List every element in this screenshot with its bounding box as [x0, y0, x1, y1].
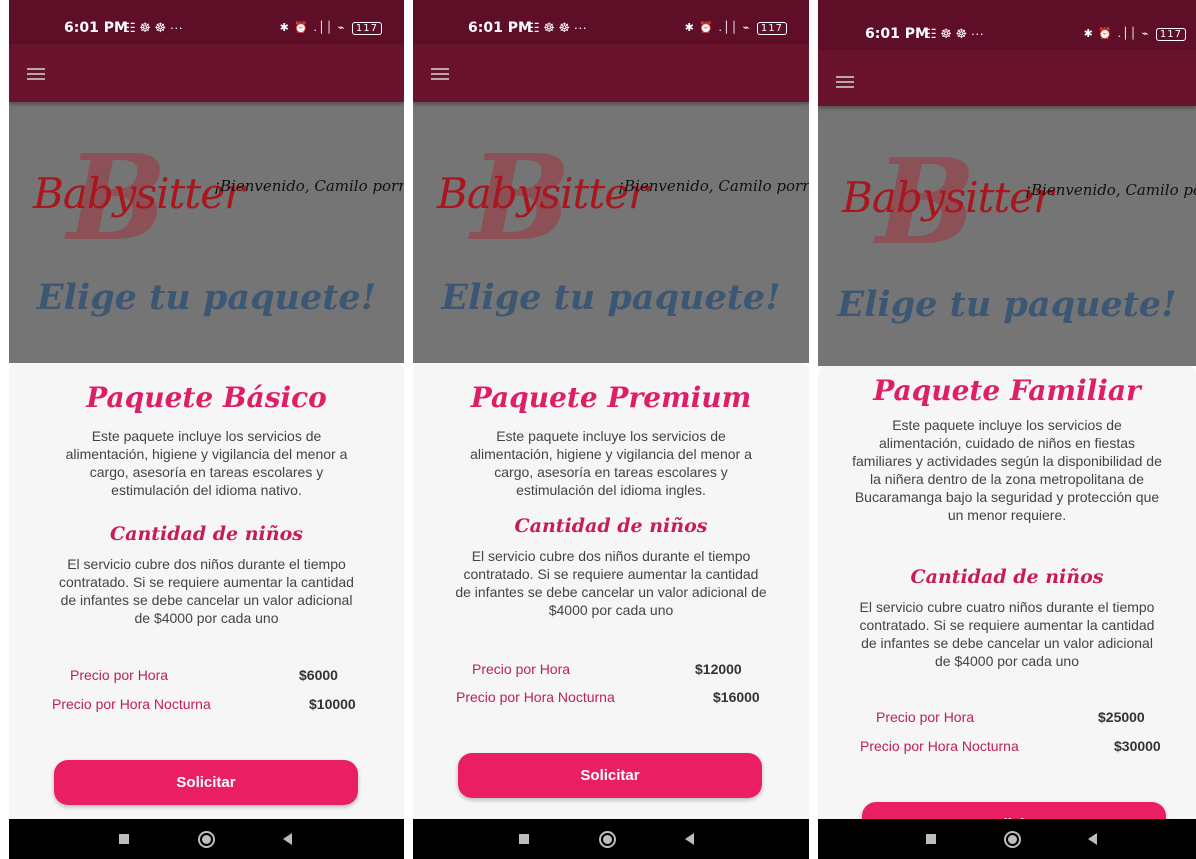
package-description: Este paquete incluye los servicios de al…	[852, 417, 1162, 523]
price-hour-value: $6000	[299, 667, 338, 683]
status-icons: ✱ ⏰ .││ ⌁ 117	[280, 21, 382, 35]
price-night-label: Precio por Hora Nocturna	[52, 696, 211, 712]
app-bar	[818, 50, 1196, 106]
welcome-text: ¡Bienvenido, Camilo porras !	[1025, 181, 1196, 199]
choose-package-title: Elige tu paquete!	[837, 284, 1177, 325]
solicitar-button[interactable]: Solicitar	[54, 760, 358, 805]
screen-paquete-basico: 6:01 PM ☷ ☸ ☸ ··· ✱ ⏰ .││ ⌁ 117 B Babysi…	[9, 0, 404, 859]
hero-overlay: B Babysitter ¡Bienvenido, Camilo porras …	[818, 106, 1196, 366]
menu-icon[interactable]	[27, 68, 45, 81]
circle-icon[interactable]	[599, 831, 616, 848]
status-time: 6:01 PM	[64, 20, 128, 36]
status-time: 6:01 PM	[865, 26, 929, 42]
screen-paquete-premium: 6:01 PM ☷ ☸ ☸ ··· ✱ ⏰ .││ ⌁ 117 B Babysi…	[413, 0, 809, 859]
package-description: Este paquete incluye los servicios de al…	[470, 428, 752, 498]
babysitter-logo: B Babysitter	[842, 143, 1053, 261]
kids-title: Cantidad de niños	[514, 515, 708, 537]
kids-title: Cantidad de niños	[910, 566, 1104, 588]
signal-icons: ✱ ⏰ .││ ⌁	[1083, 27, 1150, 40]
circle-icon[interactable]	[1004, 831, 1021, 848]
package-sheet: Paquete Premium Este paquete incluye los…	[413, 363, 809, 819]
babysitter-logo: B Babysitter	[437, 139, 648, 257]
hero-overlay: B Babysitter ¡Bienvenido, Camilo porras …	[413, 102, 809, 363]
choose-package-title: Elige tu paquete!	[441, 277, 781, 318]
battery-icon: 117	[756, 22, 787, 35]
back-triangle-icon[interactable]	[685, 833, 694, 845]
square-icon[interactable]	[119, 834, 129, 844]
hero-overlay: B Babysitter ¡Bienvenido, Camilo porras …	[9, 102, 404, 363]
notification-icons: ☷ ☸ ☸ ···	[528, 20, 587, 35]
signal-icons: ✱ ⏰ .││ ⌁	[684, 21, 751, 34]
price-hour-label: Precio por Hora	[70, 667, 169, 683]
price-hour-value: $12000	[695, 661, 742, 677]
kids-description: El servicio cubre dos niños durante el t…	[455, 548, 767, 618]
status-bar: 6:01 PM ☷ ☸ ☸ ··· ✱ ⏰ .││ ⌁ 117	[413, 0, 809, 44]
back-triangle-icon[interactable]	[283, 833, 292, 845]
price-night-value: $16000	[713, 689, 760, 705]
battery-icon: 117	[1155, 28, 1186, 41]
logo-text: Babysitter	[437, 169, 648, 218]
status-bar: 6:01 PM ☷ ☸ ☸ ··· ✱ ⏰ .││ ⌁ 117	[9, 0, 404, 44]
package-sheet: Paquete Básico Este paquete incluye los …	[9, 363, 404, 819]
kids-title: Cantidad de niños	[110, 523, 303, 545]
package-sheet: Paquete Familiar Este paquete incluye lo…	[818, 366, 1196, 847]
logo-text: Babysitter	[842, 173, 1053, 222]
status-icons: ✱ ⏰ .││ ⌁ 117	[685, 21, 787, 35]
app-bar	[413, 44, 809, 102]
kids-description: El servicio cubre dos niños durante el t…	[59, 556, 354, 626]
solicitar-button[interactable]: Solicitar	[458, 753, 762, 798]
status-icons: ✱ ⏰ .││ ⌁ 117	[1084, 27, 1186, 41]
package-title: Paquete Familiar	[873, 374, 1141, 407]
square-icon[interactable]	[926, 834, 936, 844]
android-nav-bar	[818, 819, 1196, 859]
app-bar	[9, 44, 404, 102]
status-bar: 6:01 PM ☷ ☸ ☸ ··· ✱ ⏰ .││ ⌁ 117	[818, 0, 1196, 50]
circle-icon[interactable]	[198, 831, 215, 848]
menu-icon[interactable]	[836, 76, 854, 89]
price-night-value: $10000	[309, 696, 356, 712]
babysitter-logo: B Babysitter	[33, 139, 244, 257]
android-nav-bar	[413, 819, 809, 859]
screen-paquete-familiar: 6:01 PM ☷ ☸ ☸ ··· ✱ ⏰ .││ ⌁ 117 B Babysi…	[818, 0, 1196, 859]
android-nav-bar	[9, 819, 404, 859]
kids-description: El servicio cubre cuatro niños durante e…	[859, 599, 1155, 669]
package-title: Paquete Premium	[470, 381, 752, 414]
menu-icon[interactable]	[431, 68, 449, 81]
price-night-value: $30000	[1114, 738, 1161, 754]
price-hour-label: Precio por Hora	[876, 709, 975, 725]
price-hour-label: Precio por Hora	[472, 661, 571, 677]
welcome-text: ¡Bienvenido, Camilo porras !	[618, 177, 809, 195]
back-triangle-icon[interactable]	[1088, 833, 1097, 845]
signal-icons: ✱ ⏰ .││ ⌁	[279, 21, 346, 34]
price-night-label: Precio por Hora Nocturna	[860, 738, 1019, 754]
price-night-label: Precio por Hora Nocturna	[456, 689, 615, 705]
price-hour-value: $25000	[1098, 709, 1145, 725]
status-time: 6:01 PM	[468, 20, 532, 36]
package-title: Paquete Básico	[86, 381, 327, 414]
choose-package-title: Elige tu paquete!	[36, 277, 377, 318]
notification-icons: ☷ ☸ ☸ ···	[124, 20, 183, 35]
logo-text: Babysitter	[33, 169, 244, 218]
notification-icons: ☷ ☸ ☸ ···	[925, 26, 984, 41]
battery-icon: 117	[351, 22, 382, 35]
welcome-text: ¡Bienvenido, Camilo porras !	[214, 177, 404, 195]
square-icon[interactable]	[519, 834, 529, 844]
package-description: Este paquete incluye los servicios de al…	[65, 428, 348, 498]
